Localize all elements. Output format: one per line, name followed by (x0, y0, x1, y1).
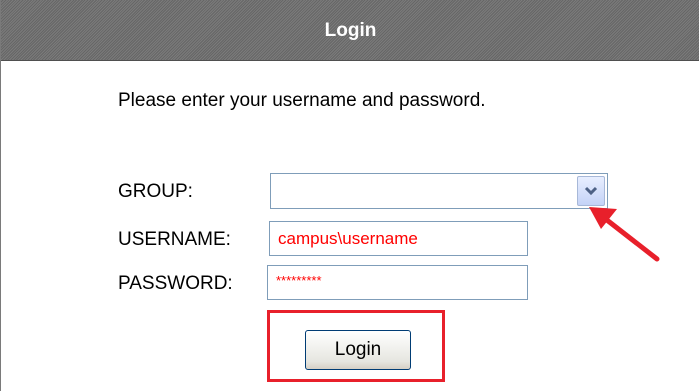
password-label: PASSWORD: (118, 273, 233, 294)
login-panel: Login Please enter your username and pas… (0, 0, 699, 391)
intro-text: Please enter your username and password. (118, 90, 486, 111)
page-title: Login (324, 20, 377, 41)
password-input[interactable]: ********* (267, 265, 528, 300)
group-label: GROUP: (118, 181, 193, 202)
login-button[interactable]: Login (305, 330, 411, 370)
arrow-icon (589, 207, 660, 262)
username-input[interactable]: campus\username (269, 221, 528, 256)
username-label: USERNAME: (118, 229, 231, 250)
group-select[interactable] (270, 173, 608, 209)
title-bar: Login (1, 0, 699, 61)
